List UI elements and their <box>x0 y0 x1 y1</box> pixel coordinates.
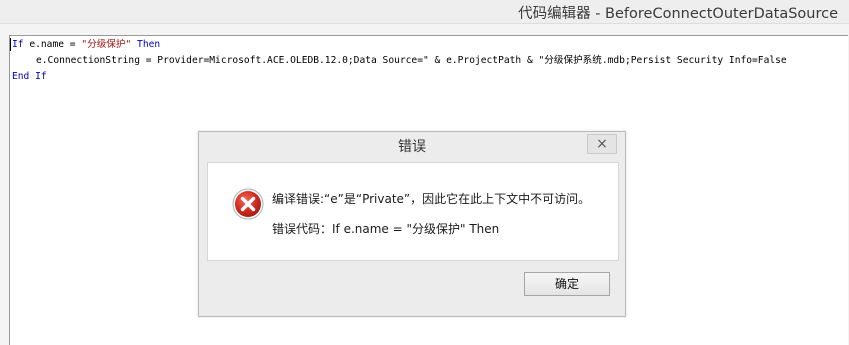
error-dialog: 错误 × 编译错误:“e”是“Private”，因此它在此上下文中不可访问。 错… <box>198 131 626 317</box>
code-line-3: End If <box>12 71 47 82</box>
error-message: 编译错误:“e”是“Private”，因此它在此上下文中不可访问。 <box>272 192 591 206</box>
error-icon <box>232 188 264 220</box>
keyword-then: Then <box>131 39 161 50</box>
close-button[interactable]: × <box>587 134 617 154</box>
code-string: "分级保护" <box>81 39 132 50</box>
window-title: 代码编辑器 - BeforeConnectOuterDataSource <box>518 6 838 22</box>
dialog-footer: 确定 <box>199 260 625 316</box>
keyword-if: If <box>12 39 24 50</box>
text-caret <box>10 38 11 51</box>
ok-button[interactable]: 确定 <box>524 272 610 296</box>
window-titlebar: 代码编辑器 - BeforeConnectOuterDataSource <box>0 0 849 24</box>
code-line-1: If e.name = "分级保护" Then <box>12 38 160 52</box>
error-code-line: 错误代码：If e.name = "分级保护" Then <box>272 222 500 236</box>
code-line-2: e.ConnectionString = Provider=Microsoft.… <box>36 55 787 66</box>
code-expression: e.name = <box>23 39 82 50</box>
dialog-content: 编译错误:“e”是“Private”，因此它在此上下文中不可访问。 错误代码：I… <box>207 162 619 261</box>
dialog-title: 错误 <box>398 139 426 155</box>
